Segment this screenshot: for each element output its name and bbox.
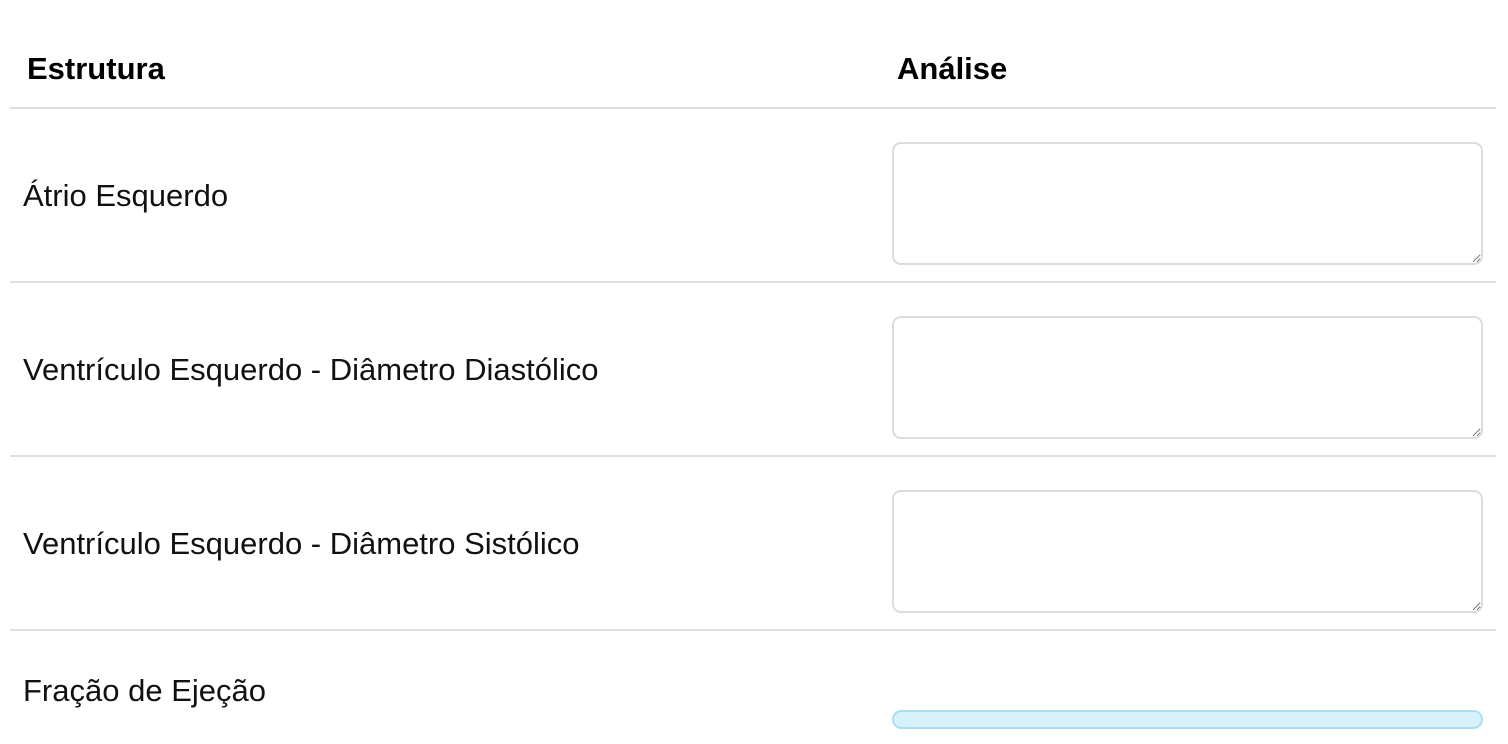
- table-row: Ventrículo Esquerdo - Diâmetro Diastólic…: [10, 283, 1496, 457]
- ejection-fraction-bar[interactable]: [892, 710, 1483, 729]
- column-header-analysis: Análise: [897, 51, 1008, 86]
- structure-label-lv-diastolic-diameter: Ventrículo Esquerdo - Diâmetro Diastólic…: [23, 352, 599, 387]
- column-header-structure: Estrutura: [27, 51, 165, 86]
- structure-label-ejection-fraction: Fração de Ejeção: [23, 673, 266, 708]
- analysis-input-lv-diastolic-diameter[interactable]: [892, 316, 1483, 439]
- structure-label-lv-systolic-diameter: Ventrículo Esquerdo - Diâmetro Sistólico: [23, 526, 580, 561]
- structure-label-left-atrium: Átrio Esquerdo: [23, 178, 229, 213]
- table-header: Estrutura Análise: [10, 0, 1496, 109]
- analysis-input-left-atrium[interactable]: [892, 142, 1483, 265]
- table-row: Átrio Esquerdo: [10, 109, 1496, 283]
- table-row: Fração de Ejeção: [10, 631, 1496, 741]
- table-row: Ventrículo Esquerdo - Diâmetro Sistólico: [10, 457, 1496, 631]
- structure-analysis-table: Estrutura Análise Átrio Esquerdo Ventríc…: [10, 0, 1496, 741]
- analysis-input-lv-systolic-diameter[interactable]: [892, 490, 1483, 613]
